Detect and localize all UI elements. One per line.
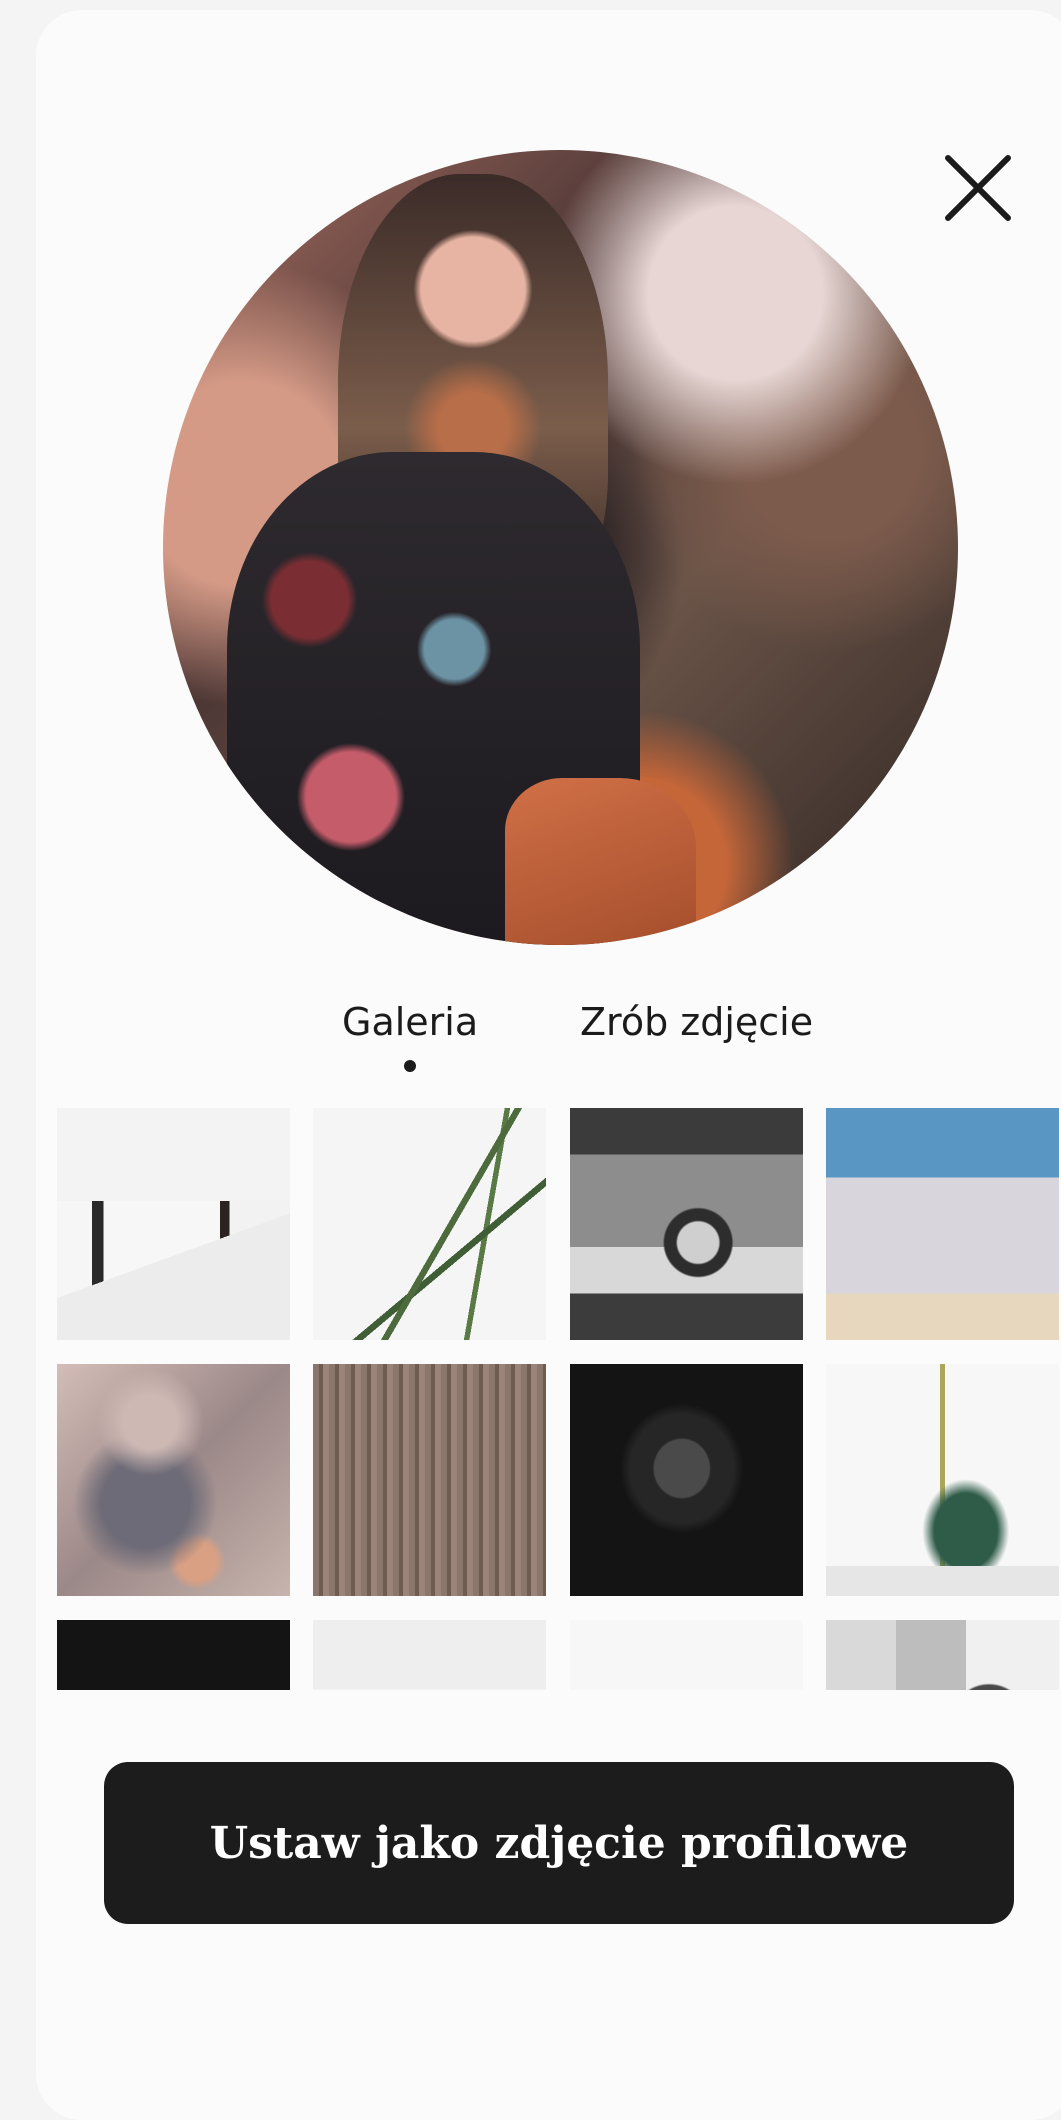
active-tab-indicator	[404, 1060, 416, 1072]
selected-photo-preview	[163, 150, 958, 945]
tab-take-photo[interactable]: Zrób zdjęcie	[580, 1000, 813, 1044]
gallery-thumbnail[interactable]	[57, 1108, 290, 1340]
set-profile-photo-button[interactable]: Ustaw jako zdjęcie profilowe	[104, 1762, 1014, 1924]
tab-gallery[interactable]: Galeria	[342, 1000, 478, 1044]
gallery-thumbnail[interactable]	[570, 1620, 803, 1690]
gallery-thumbnail[interactable]	[570, 1364, 803, 1596]
source-tabs: Galeria Zrób zdjęcie	[0, 1000, 1061, 1090]
gallery-thumbnail-selected[interactable]	[57, 1364, 290, 1596]
gallery-thumbnail[interactable]	[313, 1620, 546, 1690]
photo-gallery-grid[interactable]	[57, 1108, 1061, 1690]
gallery-thumbnail[interactable]	[57, 1620, 290, 1690]
gallery-thumbnail[interactable]	[313, 1364, 546, 1596]
gallery-thumbnail[interactable]	[826, 1364, 1059, 1596]
preview-detail	[504, 778, 696, 945]
gallery-thumbnail[interactable]	[313, 1108, 546, 1340]
gallery-thumbnail[interactable]	[826, 1108, 1059, 1340]
gallery-thumbnail[interactable]	[826, 1620, 1059, 1690]
close-icon	[945, 155, 1011, 221]
close-button[interactable]	[940, 150, 1016, 226]
gallery-thumbnail[interactable]	[570, 1108, 803, 1340]
